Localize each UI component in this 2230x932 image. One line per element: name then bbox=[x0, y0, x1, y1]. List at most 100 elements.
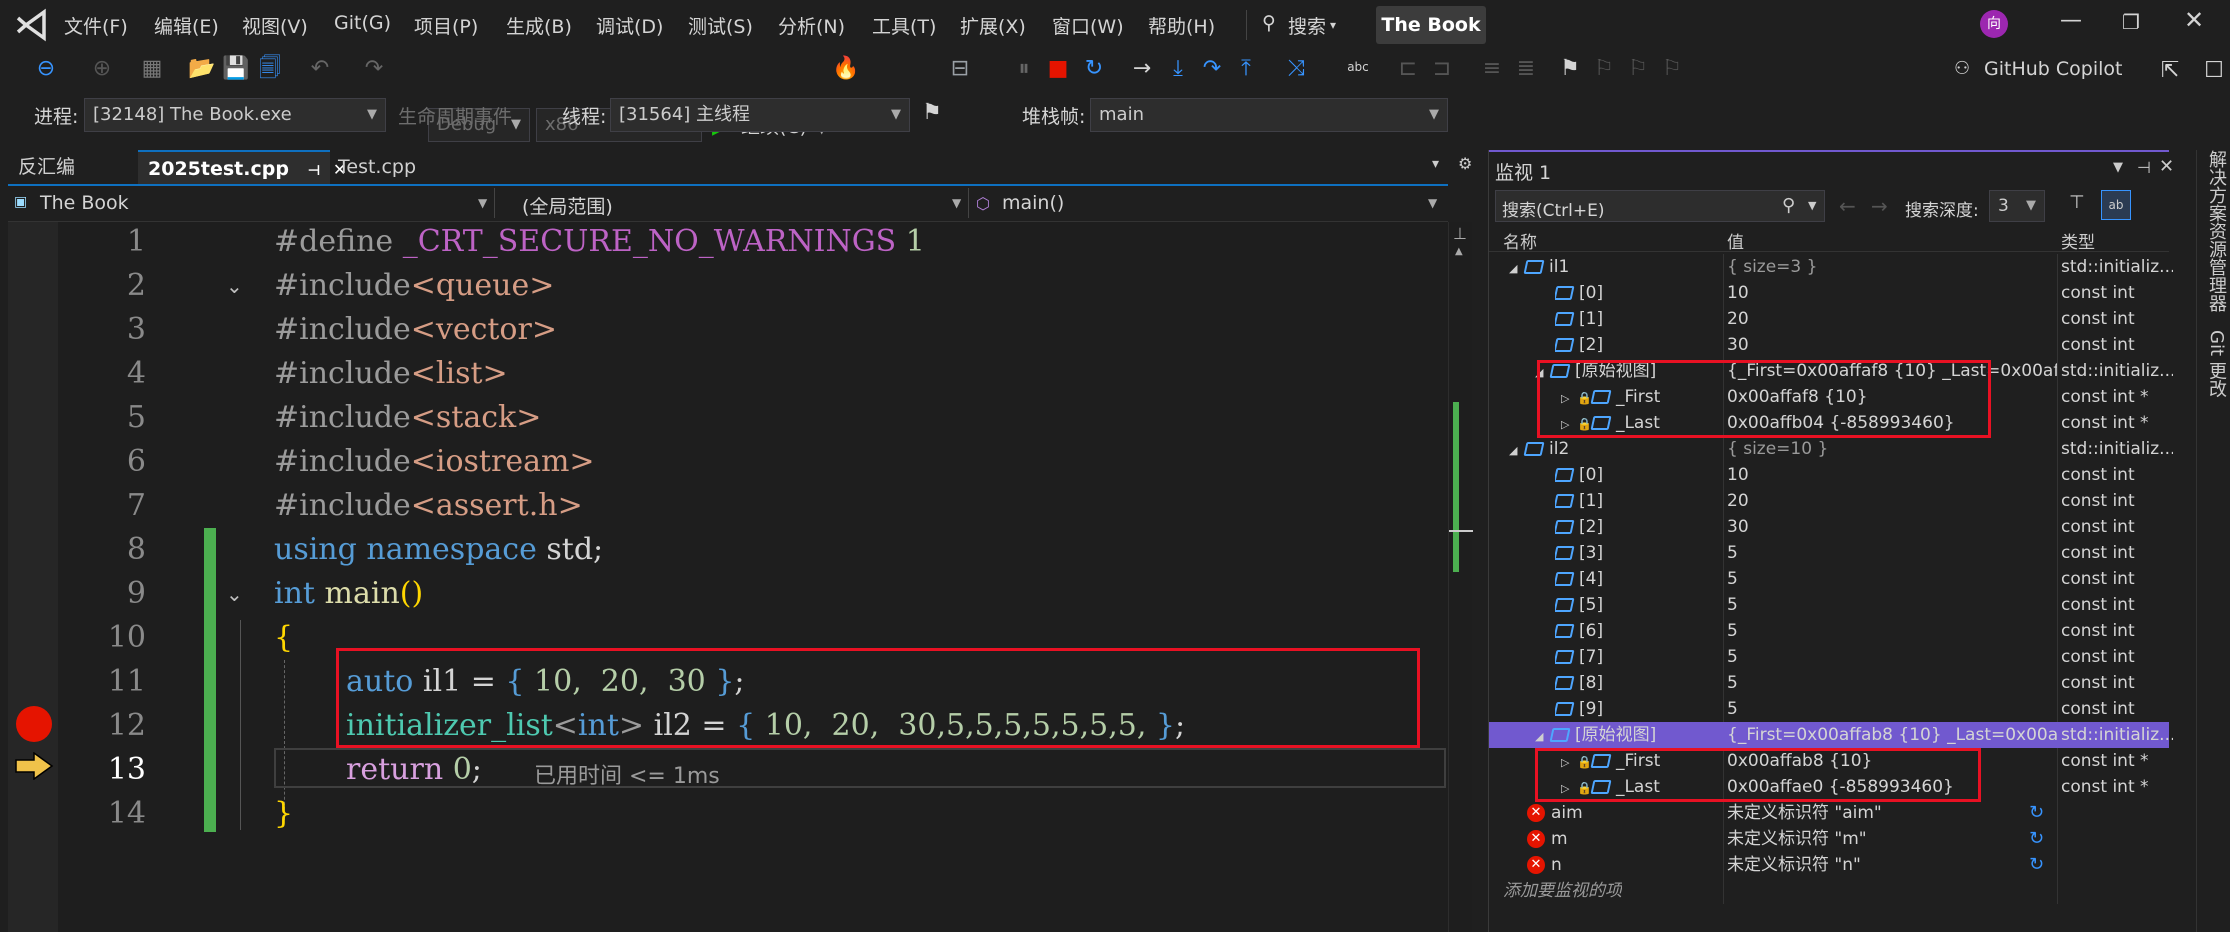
menu-project[interactable]: 项目(P) bbox=[414, 12, 478, 39]
add-watch-input[interactable]: 添加要监视的项 bbox=[1503, 878, 1622, 904]
code-editor[interactable] bbox=[8, 222, 1448, 932]
lifecycle-events-button[interactable]: 生命周期事件 bbox=[398, 102, 512, 129]
next-bookmark-icon[interactable]: ⚐ bbox=[1624, 56, 1652, 82]
refresh-icon[interactable]: ↻ bbox=[2029, 826, 2044, 852]
back-icon[interactable]: ⊖ bbox=[32, 56, 60, 82]
watch-row[interactable]: [2] 30 const int bbox=[1489, 514, 2169, 540]
watch-row[interactable]: [9] 5 const int bbox=[1489, 696, 2169, 722]
process-select[interactable]: [32148] The Book.exe ▼ bbox=[84, 98, 386, 132]
stack-frame-select[interactable]: main ▼ bbox=[1090, 98, 1448, 132]
watch-row[interactable]: ✕ aim 未定义标识符 "aim" ↻ bbox=[1489, 800, 2169, 826]
indent-icon[interactable]: ≡ bbox=[1478, 56, 1506, 82]
watch-search-box[interactable]: 搜索(Ctrl+E) ⚲ ▼ bbox=[1495, 190, 1825, 222]
flag-icon[interactable]: ⚑ bbox=[918, 100, 946, 126]
column-name[interactable]: 名称 bbox=[1503, 228, 1537, 253]
pin-source-icon[interactable]: ⊤ bbox=[2069, 192, 2085, 213]
watch-row[interactable]: [3] 5 const int bbox=[1489, 540, 2169, 566]
watch-row[interactable]: [5] 5 const int bbox=[1489, 592, 2169, 618]
search-next-icon[interactable]: → bbox=[1871, 194, 1888, 218]
feedback-icon[interactable]: ☐ bbox=[2200, 58, 2228, 84]
bookmark-icon[interactable]: ⚑ bbox=[1556, 56, 1584, 82]
watch-row[interactable]: [0] 10 const int bbox=[1489, 280, 2169, 306]
chevron-down-icon[interactable]: ▼ bbox=[2113, 160, 2123, 175]
chevron-down-icon[interactable]: ▼ bbox=[1808, 199, 1816, 212]
save-all-icon[interactable]: 🗐 bbox=[256, 56, 284, 82]
copilot-icon[interactable]: ⚇ bbox=[1954, 58, 1970, 79]
menu-build[interactable]: 生成(B) bbox=[506, 12, 572, 39]
watch-search-input[interactable]: 搜索(Ctrl+E) bbox=[1502, 196, 1605, 221]
menu-git[interactable]: Git(G) bbox=[334, 12, 391, 34]
search-depth-select[interactable]: 3 ▼ bbox=[1989, 190, 2045, 222]
watch-row-selected[interactable]: ◢ [原始视图] {_First=0x00affab8 {10} _Last=0x0… bbox=[1489, 722, 2173, 750]
menu-analyze[interactable]: 分析(N) bbox=[778, 12, 845, 39]
hex-toggle-icon[interactable]: ab bbox=[2101, 190, 2131, 220]
chevron-down-icon[interactable]: ▾ bbox=[1330, 18, 1336, 32]
split-icon[interactable]: ⊥ bbox=[1453, 224, 1467, 243]
search-icon[interactable]: ⚲ bbox=[1262, 12, 1276, 34]
break-all-icon[interactable]: ⏸ bbox=[1010, 56, 1038, 82]
menu-tools[interactable]: 工具(T) bbox=[872, 12, 936, 39]
pin-icon[interactable]: ⊣ bbox=[308, 163, 321, 179]
scroll-up-icon[interactable]: ▲ bbox=[1455, 246, 1463, 257]
menu-file[interactable]: 文件(F) bbox=[64, 12, 128, 39]
column-type[interactable]: 类型 bbox=[2061, 228, 2095, 253]
nav-member[interactable]: main() bbox=[1002, 192, 1064, 214]
hex-display-icon[interactable]: ⤨ bbox=[1282, 56, 1310, 82]
tab-test[interactable]: Test.cpp bbox=[328, 150, 426, 184]
step-out-icon[interactable]: ⤒ bbox=[1232, 56, 1260, 82]
collapse-icon[interactable]: ◢ bbox=[1535, 724, 1551, 750]
hot-reload-icon[interactable]: 🔥 bbox=[832, 56, 860, 82]
watch-row[interactable]: [1] 20 const int bbox=[1489, 488, 2169, 514]
spell-check-icon[interactable]: abc bbox=[1344, 54, 1372, 80]
thread-select[interactable]: [31564] 主线程 ▼ bbox=[610, 98, 910, 132]
refresh-icon[interactable]: ↻ bbox=[2029, 852, 2044, 878]
redo-icon[interactable]: ↷ bbox=[360, 56, 388, 82]
pin-icon[interactable]: ⊣ bbox=[2137, 158, 2151, 177]
add-watch-row[interactable]: 添加要监视的项 bbox=[1489, 878, 2169, 904]
restore-icon[interactable]: ❐ bbox=[2122, 10, 2140, 34]
forward-icon[interactable]: ⊕ bbox=[88, 56, 116, 82]
tab-disassembly[interactable]: 反汇编 bbox=[8, 150, 85, 184]
watch-row[interactable]: ✕ n 未定义标识符 "n" ↻ bbox=[1489, 852, 2169, 878]
copilot-button[interactable]: GitHub Copilot bbox=[1984, 58, 2122, 80]
chevron-down-icon[interactable]: ▼ bbox=[952, 196, 961, 210]
prev-bookmark-icon[interactable]: ⚐ bbox=[1590, 56, 1618, 82]
restart-icon[interactable]: ↻ bbox=[1080, 56, 1108, 82]
collapse-icon[interactable]: ⌄ bbox=[226, 582, 243, 606]
open-folder-icon[interactable]: 📂 bbox=[188, 56, 216, 82]
new-item-icon[interactable]: ▦ bbox=[138, 56, 166, 82]
menu-view[interactable]: 视图(V) bbox=[242, 12, 308, 39]
breakpoint-margin[interactable] bbox=[8, 222, 58, 932]
watch-row[interactable]: [4] 5 const int bbox=[1489, 566, 2169, 592]
watch-row[interactable]: [8] 5 const int bbox=[1489, 670, 2169, 696]
watch-row[interactable]: [7] 5 const int bbox=[1489, 644, 2169, 670]
uncomment-icon[interactable]: ⊐ bbox=[1428, 56, 1456, 82]
share-icon[interactable]: ⇱ bbox=[2156, 58, 2184, 84]
menu-help[interactable]: 帮助(H) bbox=[1148, 12, 1215, 39]
menu-extensions[interactable]: 扩展(X) bbox=[960, 12, 1026, 39]
watch-row[interactable]: ◢ il2 { size=10 } std::initializ... bbox=[1489, 436, 2173, 462]
search-prev-icon[interactable]: ← bbox=[1839, 194, 1856, 218]
comment-icon[interactable]: ⊏ bbox=[1394, 56, 1422, 82]
git-changes-tab[interactable]: Git 更改 bbox=[2203, 330, 2229, 398]
watch-row[interactable]: ◢ il1 { size=3 } std::initializ... bbox=[1489, 254, 2173, 280]
nav-project[interactable]: The Book bbox=[40, 192, 129, 214]
refresh-icon[interactable]: ↻ bbox=[2029, 800, 2044, 826]
minimize-icon[interactable]: — bbox=[2060, 8, 2082, 33]
column-value[interactable]: 值 bbox=[1727, 228, 1744, 253]
solution-explorer-tab[interactable]: 解决方案资源管理器 bbox=[2203, 150, 2229, 312]
step-into-icon[interactable]: ⤓ bbox=[1164, 56, 1192, 82]
nav-scope[interactable]: (全局范围) bbox=[522, 192, 613, 219]
tab-overflow-icon[interactable]: ▾ bbox=[1432, 156, 1439, 172]
stop-icon[interactable]: ■ bbox=[1044, 56, 1072, 82]
menu-edit[interactable]: 编辑(E) bbox=[154, 12, 219, 39]
editor-scrollbar[interactable]: ⊥ ▲ bbox=[1448, 222, 1473, 932]
outdent-icon[interactable]: ≣ bbox=[1512, 56, 1540, 82]
search-button[interactable]: 搜索 bbox=[1288, 12, 1326, 39]
menu-debug[interactable]: 调试(D) bbox=[596, 12, 663, 39]
watch-row[interactable]: [2] 30 const int bbox=[1489, 332, 2169, 358]
watch-row[interactable]: [1] 20 const int bbox=[1489, 306, 2169, 332]
breakpoint-icon[interactable] bbox=[16, 706, 52, 742]
menu-test[interactable]: 测试(S) bbox=[688, 12, 753, 39]
avatar[interactable]: 向 bbox=[1980, 10, 2008, 38]
